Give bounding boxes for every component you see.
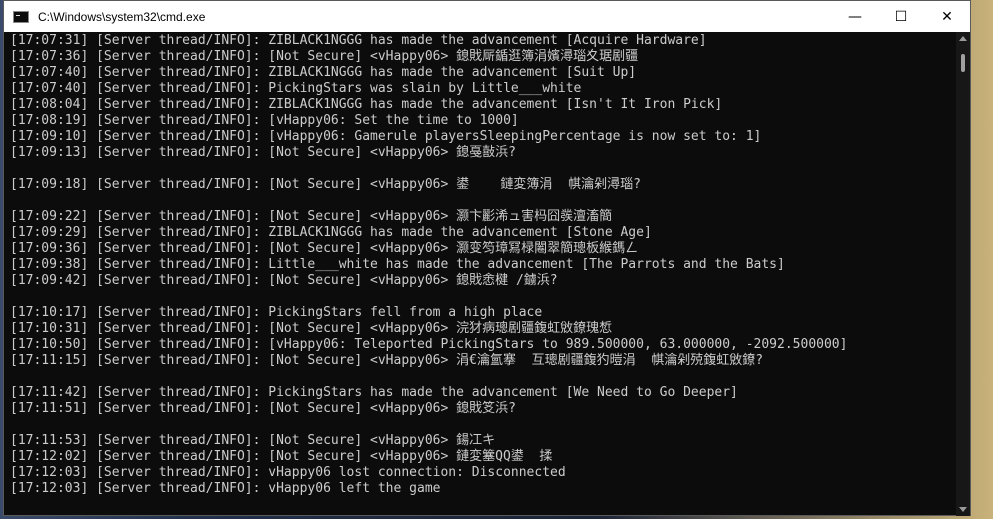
console-line: [17:07:31] [Server thread/INFO]: ZIBLACK… [10, 33, 707, 48]
console-line: [17:10:50] [Server thread/INFO]: [vHappy… [10, 337, 848, 352]
console-line: [17:10:17] [Server thread/INFO]: Picking… [10, 305, 543, 320]
console-line: [17:09:42] [Server thread/INFO]: [Not Se… [10, 273, 558, 288]
maximize-button[interactable]: ☐ [878, 1, 924, 32]
console-line: [17:09:38] [Server thread/INFO]: Little_… [10, 257, 785, 272]
console-line: [17:09:22] [Server thread/INFO]: [Not Se… [10, 209, 613, 224]
title-bar[interactable]: C:\Windows\system32\cmd.exe — ☐ ✕ [4, 1, 970, 32]
console-line: [17:09:18] [Server thread/INFO]: [Not Se… [10, 177, 641, 192]
console-line: [17:10:31] [Server thread/INFO]: [Not Se… [10, 321, 613, 336]
cmd-window: C:\Windows\system32\cmd.exe — ☐ ✕ [17:07… [3, 0, 971, 516]
console-output[interactable]: [17:07:31] [Server thread/INFO]: ZIBLACK… [4, 32, 958, 516]
window-title: C:\Windows\system32\cmd.exe [38, 9, 206, 24]
console-line: [17:12:03] [Server thread/INFO]: vHappy0… [10, 481, 441, 496]
close-button[interactable]: ✕ [924, 1, 970, 32]
minimize-button[interactable]: — [832, 1, 878, 32]
console-line: [17:09:29] [Server thread/INFO]: ZIBLACK… [10, 225, 652, 240]
console-line: [17:11:42] [Server thread/INFO]: Picking… [10, 385, 738, 400]
console-line: [17:11:53] [Server thread/INFO]: [Not Se… [10, 433, 496, 448]
console-line: [17:12:03] [Server thread/INFO]: vHappy0… [10, 465, 566, 480]
vertical-scrollbar[interactable] [956, 32, 970, 516]
console-line: [17:07:36] [Server thread/INFO]: [Not Se… [10, 49, 639, 64]
scroll-up-arrow-icon[interactable] [959, 36, 967, 41]
window-controls: — ☐ ✕ [832, 1, 970, 32]
console-line: [17:07:40] [Server thread/INFO]: ZIBLACK… [10, 65, 637, 80]
scroll-thumb[interactable] [961, 54, 965, 72]
console-line: [17:11:15] [Server thread/INFO]: [Not Se… [10, 353, 764, 368]
console-line: [17:07:40] [Server thread/INFO]: Picking… [10, 81, 582, 96]
console-line: [17:08:19] [Server thread/INFO]: [vHappy… [10, 113, 519, 128]
cmd-icon[interactable] [13, 10, 29, 23]
console-line: [17:08:04] [Server thread/INFO]: ZIBLACK… [10, 97, 723, 112]
scroll-down-arrow-icon[interactable] [959, 507, 967, 512]
console-line: [17:11:51] [Server thread/INFO]: [Not Se… [10, 401, 516, 416]
console-line: [17:09:13] [Server thread/INFO]: [Not Se… [10, 145, 516, 160]
console-line: [17:09:10] [Server thread/INFO]: [vHappy… [10, 129, 762, 144]
console-line: [17:09:36] [Server thread/INFO]: [Not Se… [10, 241, 639, 256]
console-line: [17:12:02] [Server thread/INFO]: [Not Se… [10, 449, 553, 464]
